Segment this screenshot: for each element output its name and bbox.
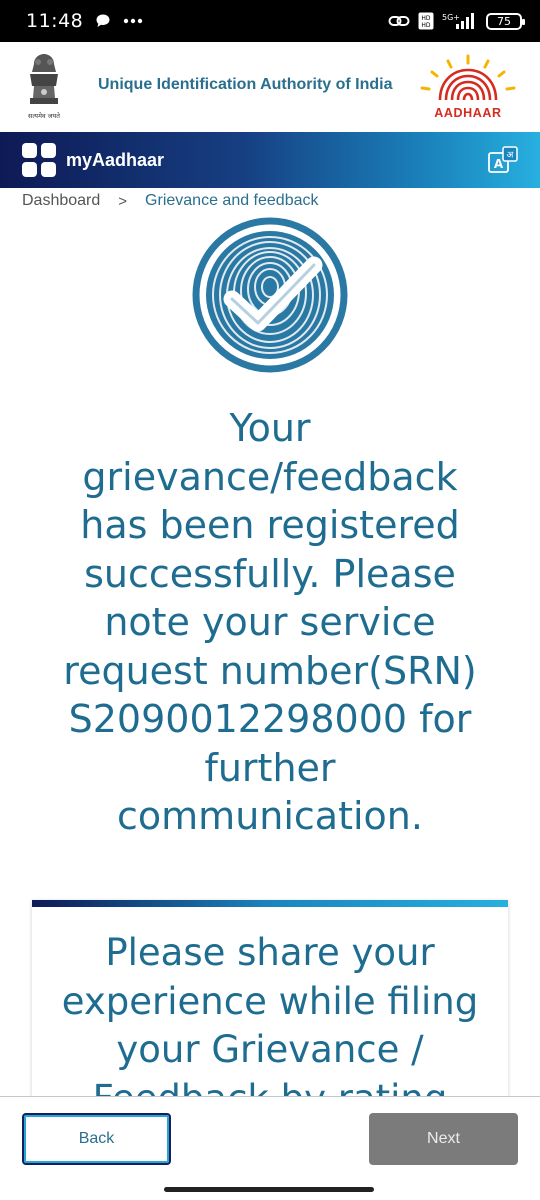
- message-line: Your: [229, 406, 311, 450]
- home-indicator[interactable]: [164, 1187, 374, 1192]
- message-line: further: [204, 745, 336, 790]
- status-time: 11:48: [26, 10, 84, 32]
- svg-text:अ: अ: [507, 151, 515, 161]
- message-line: communication.: [117, 794, 423, 838]
- link-icon: [388, 16, 410, 26]
- feedback-line: Please share your: [105, 931, 435, 974]
- feedback-line: experience while filing: [61, 979, 479, 1023]
- message-line: note your service: [104, 600, 436, 644]
- app-title: myAadhaar: [66, 149, 165, 170]
- success-message: Your grievance/feedback has been registe…: [40, 404, 500, 841]
- fingerprint-check-icon: [192, 217, 348, 373]
- chat-icon: [96, 14, 110, 27]
- volte-icon: HDHD: [418, 12, 434, 30]
- message-line: S2090012298000 for: [68, 697, 472, 741]
- app-navbar: myAadhaar A अ: [0, 132, 540, 188]
- breadcrumb: Dashboard > Grievance and feedback: [22, 190, 319, 212]
- 5g-signal-icon: 5G+: [442, 13, 474, 29]
- language-translate-icon[interactable]: A अ: [488, 146, 518, 174]
- message-line: has been registered: [80, 503, 460, 547]
- svg-text:HD: HD: [421, 22, 431, 29]
- svg-text:HD: HD: [421, 15, 431, 22]
- feedback-rating-card: Please share your experience while filin…: [32, 900, 508, 1110]
- back-button[interactable]: Back: [22, 1113, 171, 1165]
- footer-actions: Back Next: [0, 1096, 540, 1200]
- battery-icon: 75: [486, 12, 525, 30]
- message-line: successfully. Please: [84, 551, 456, 596]
- site-header: सत्यमेव जयते Unique Identification Autho…: [0, 42, 540, 132]
- feedback-line: your Grievance /: [116, 1028, 424, 1071]
- national-emblem-icon: सत्यमेव जयते: [28, 54, 60, 120]
- more-dots-icon: [124, 18, 143, 24]
- org-title: Unique Identification Authority of India: [98, 76, 393, 93]
- message-line: grievance/feedback: [82, 454, 458, 499]
- feedback-prompt: Please share your experience while filin…: [32, 907, 508, 1110]
- message-line: request number(SRN): [63, 648, 477, 693]
- aadhaar-logo: AADHAAR: [420, 54, 516, 120]
- svg-text:5G+: 5G+: [442, 13, 460, 22]
- breadcrumb-dashboard[interactable]: Dashboard: [22, 192, 100, 210]
- breadcrumb-chevron-icon: >: [118, 192, 128, 210]
- next-button[interactable]: Next: [369, 1113, 518, 1165]
- breadcrumb-current: Grievance and feedback: [145, 192, 319, 209]
- logo-text: AADHAAR: [434, 106, 501, 120]
- status-bar: 11:48 HD HD 5G+ 75: [0, 0, 540, 42]
- apps-grid-icon[interactable]: [22, 143, 56, 177]
- emblem-motto: सत्यमेव जयते: [28, 112, 60, 120]
